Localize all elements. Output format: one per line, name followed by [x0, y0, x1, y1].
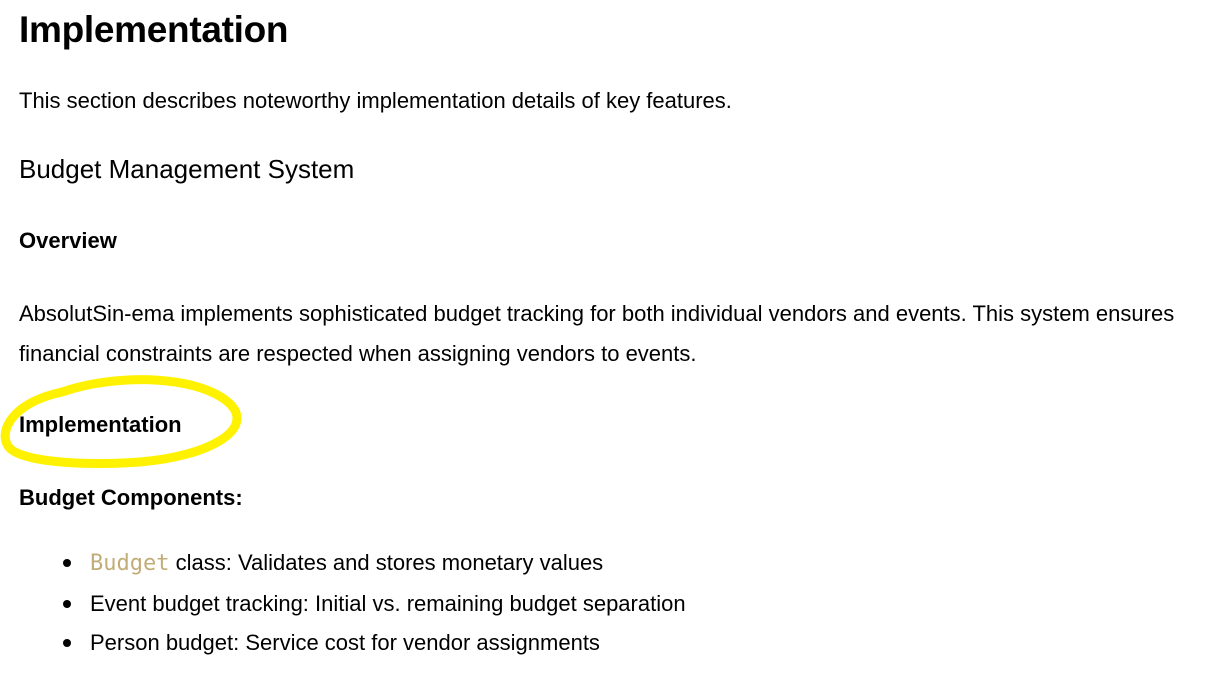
list-item: Person budget: Service cost for vendor a… [19, 623, 686, 663]
bullet-icon [63, 639, 71, 647]
implementation-heading: Implementation [19, 412, 182, 437]
list-item: Event budget tracking: Initial vs. remai… [19, 584, 686, 624]
overview-paragraph: AbsolutSin-ema implements sophisticated … [19, 301, 1175, 366]
list-item-text: Event budget tracking: Initial vs. remai… [90, 590, 686, 616]
list-item-text: class: Validates and stores monetary val… [169, 550, 604, 575]
inline-code: Budget [90, 551, 170, 576]
components-heading: Budget Components: [19, 485, 243, 510]
page-title: Implementation [19, 9, 289, 50]
list-item: Budget class: Validates and stores monet… [19, 543, 686, 584]
list-item-text: Person budget: Service cost for vendor a… [90, 630, 600, 655]
overview-heading: Overview [19, 228, 117, 253]
section-title: Budget Management System [19, 154, 355, 184]
intro-text: This section describes noteworthy implem… [19, 88, 732, 113]
bullet-icon [63, 559, 71, 567]
components-list: Budget class: Validates and stores monet… [19, 543, 686, 663]
bullet-icon [63, 599, 71, 608]
